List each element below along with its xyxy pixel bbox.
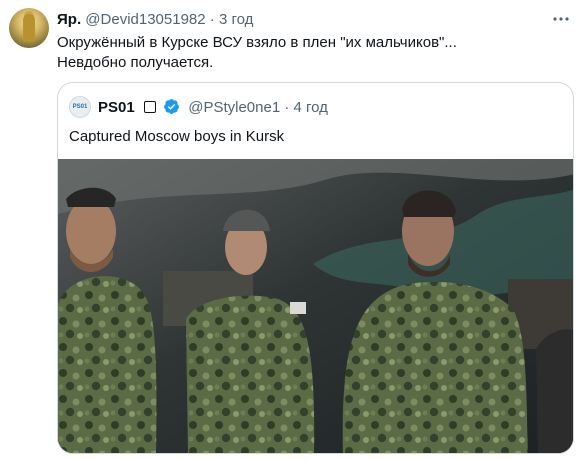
tweet-header: Яр. @Devid13051982 · 3 год	[57, 10, 253, 30]
more-icon[interactable]	[552, 10, 570, 32]
quoted-author-handle[interactable]: @PStyle0ne1	[188, 99, 280, 116]
quoted-tweet-time[interactable]: 4 год	[294, 99, 328, 116]
author-avatar[interactable]	[9, 8, 49, 48]
tweet-text-line-2: Невдобно получается.	[57, 54, 214, 71]
quoted-tweet-text: Captured Moscow boys in Kursk	[69, 128, 285, 145]
tweet-card[interactable]: Яр. @Devid13051982 · 3 год Окружённый в …	[0, 0, 584, 461]
quoted-author-avatar[interactable]: PS01	[69, 96, 91, 118]
quoted-tweet-image[interactable]	[58, 159, 573, 453]
quoted-tweet[interactable]: PS01 PS01 @PStyle0ne1 · 4 год Captured M…	[57, 82, 574, 454]
quoted-tweet-header: PS01 @PStyle0ne1 · 4 год	[98, 98, 328, 121]
author-handle[interactable]: @Devid13051982	[85, 11, 205, 28]
tweet-text: Окружённый в Курске ВСУ взяло в плен "их…	[57, 33, 567, 73]
tweet-text-line-1: Окружённый в Курске ВСУ взяло в плен "их…	[57, 34, 457, 51]
separator-dot: ·	[209, 11, 215, 28]
author-name[interactable]: Яр.	[57, 11, 81, 28]
verified-badge-icon	[163, 98, 180, 121]
flag-icon	[143, 101, 156, 113]
tweet-time[interactable]: 3 год	[219, 11, 253, 28]
quoted-author-name[interactable]: PS01	[98, 99, 135, 116]
separator-dot: ·	[284, 99, 290, 116]
